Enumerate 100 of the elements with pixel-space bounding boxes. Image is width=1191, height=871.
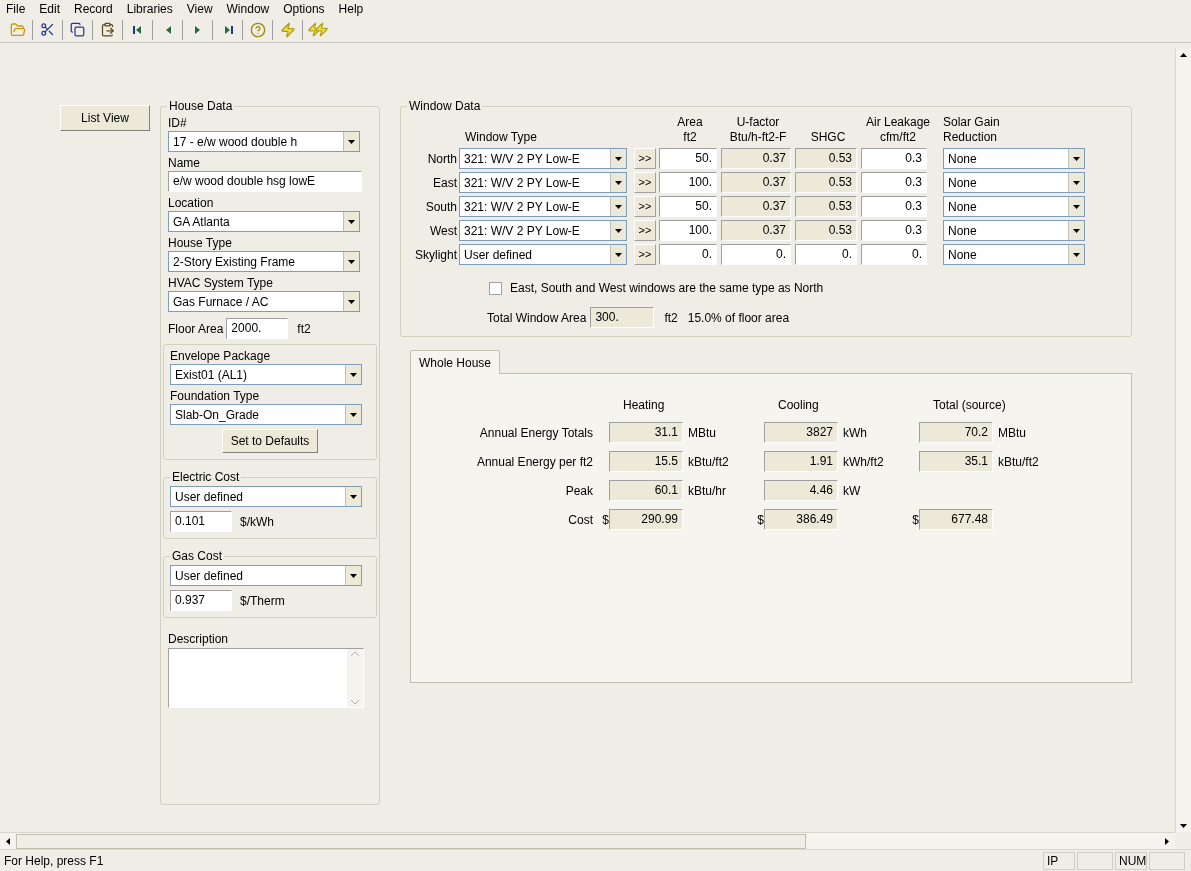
status-panel: NUM	[1115, 851, 1147, 870]
value-field: 386.49	[764, 509, 838, 530]
column-header: SHGC	[810, 130, 846, 145]
checkbox-label: East, South and West windows are the same type as North	[510, 280, 824, 297]
field-label: Name	[168, 155, 201, 171]
group-title: Window Data	[408, 98, 482, 115]
unit-label: ft2	[664, 309, 678, 327]
status-panel	[1149, 851, 1185, 870]
dropdown[interactable]: None	[943, 244, 1085, 265]
column-unit: Btu/h-ft2-F	[729, 130, 787, 145]
menu-item[interactable]: Record	[74, 0, 113, 18]
copy-button[interactable]: >>	[634, 172, 656, 193]
dropdown[interactable]: User defined	[459, 244, 627, 265]
input-field: 0.37	[721, 172, 791, 193]
column-header: Area	[677, 115, 703, 130]
field-label: Total Window Area	[487, 309, 587, 327]
dropdown[interactable]: None	[943, 196, 1085, 217]
dropdown[interactable]: Exist01 (AL1)	[170, 364, 362, 385]
value-field: 70.2	[919, 422, 993, 443]
menu-item[interactable]: Window	[226, 0, 270, 18]
input-field[interactable]: 0.	[659, 244, 717, 265]
copy-button[interactable]: >>	[634, 220, 656, 241]
input-field[interactable]: 0.101	[170, 511, 232, 532]
horizontal-scrollbar[interactable]	[0, 832, 1175, 849]
input-field[interactable]: 50.	[659, 148, 717, 169]
copy-button[interactable]: >>	[634, 244, 656, 265]
copy-button[interactable]: >>	[634, 196, 656, 217]
percent-text: 15.0% of floor area	[687, 309, 790, 327]
caret-icon	[615, 156, 622, 161]
dropdown[interactable]: 321: W/V 2 PY Low-E	[459, 148, 627, 169]
dropdown[interactable]: Slab-On_Grade	[170, 404, 362, 425]
menu-item[interactable]: Libraries	[126, 0, 173, 18]
tab[interactable]: Whole House	[410, 350, 501, 374]
caret-icon	[348, 139, 355, 144]
dropdown[interactable]: User defined	[170, 565, 362, 586]
field-label: House Type	[168, 235, 233, 251]
input-field[interactable]: 0.3	[861, 196, 927, 217]
dropdown[interactable]: User defined	[170, 486, 362, 507]
column-header: U-factor	[736, 115, 780, 130]
menu-item[interactable]: Options	[283, 0, 325, 18]
unit-label: $/kWh	[240, 513, 274, 531]
row-label: Annual Energy Totals	[478, 424, 594, 442]
scroll-thumb[interactable]	[16, 833, 806, 849]
dropdown[interactable]: GA Atlanta	[168, 211, 360, 232]
vertical-scrollbar[interactable]	[1175, 49, 1191, 832]
copy-button[interactable]: >>	[634, 148, 656, 169]
set-to-defaults-button[interactable]: Set to Defaults	[221, 429, 319, 453]
unit-label: kW	[843, 482, 861, 500]
menu-item[interactable]: View	[186, 0, 213, 18]
input-field: 0.53	[795, 172, 857, 193]
checkbox[interactable]	[489, 281, 502, 295]
input-field[interactable]: 0.	[861, 244, 927, 265]
currency-symbol: $	[602, 512, 609, 527]
input-field[interactable]: 0.	[721, 244, 791, 265]
caret-icon	[1073, 180, 1080, 185]
scroll-up-icon[interactable]	[1180, 53, 1187, 57]
input-field: 0.37	[721, 196, 791, 217]
caret-icon	[1073, 156, 1080, 161]
dropdown[interactable]: Gas Furnace / AC	[168, 291, 360, 312]
dropdown[interactable]: 321: W/V 2 PY Low-E	[459, 196, 627, 217]
dropdown[interactable]: 2-Story Existing Frame	[168, 251, 360, 272]
caret-icon	[615, 228, 622, 233]
dropdown[interactable]: 17 - e/w wood double h	[168, 131, 360, 152]
group-title: Gas Cost	[171, 548, 223, 565]
value-field: 15.5	[609, 451, 683, 472]
unit-label: kBtu/ft2	[688, 453, 729, 471]
input-field[interactable]: 0.937	[170, 590, 232, 611]
input-field[interactable]: 2000.	[226, 318, 289, 339]
dropdown[interactable]: None	[943, 148, 1085, 169]
dropdown[interactable]: None	[943, 220, 1085, 241]
input-field[interactable]: 0.3	[861, 148, 927, 169]
dropdown[interactable]: None	[943, 172, 1085, 193]
dropdown[interactable]: 321: W/V 2 PY Low-E	[459, 220, 627, 241]
menu-item[interactable]: Edit	[39, 0, 61, 18]
input-field[interactable]: 50.	[659, 196, 717, 217]
column-header: Cooling	[777, 397, 820, 414]
scroll-down-icon[interactable]	[1180, 824, 1187, 828]
input-field[interactable]: e/w wood double hsg lowE	[168, 171, 362, 192]
unit-label: kWh	[843, 424, 867, 442]
row-label: Peak	[564, 482, 594, 500]
list-view-button[interactable]: List View	[60, 105, 150, 131]
input-field: 0.37	[721, 148, 791, 169]
unit-label: MBtu	[688, 424, 716, 442]
field-label: HVAC System Type	[168, 275, 274, 291]
input-field[interactable]: 100.	[659, 220, 717, 241]
dropdown[interactable]: 321: W/V 2 PY Low-E	[459, 172, 627, 193]
menu-item[interactable]: Help	[338, 0, 364, 18]
scroll-right-icon[interactable]	[1165, 837, 1169, 845]
caret-icon	[348, 299, 355, 304]
input-field[interactable]: 0.3	[861, 172, 927, 193]
caret-icon	[1073, 204, 1080, 209]
input-field: 300.	[590, 307, 655, 328]
scroll-left-icon[interactable]	[6, 837, 10, 845]
value-field: 60.1	[609, 480, 683, 501]
input-field[interactable]: 0.3	[861, 220, 927, 241]
caret-icon	[615, 204, 622, 209]
group-title: Electric Cost	[171, 469, 241, 486]
input-field[interactable]: 100.	[659, 172, 717, 193]
menu-item[interactable]: File	[6, 0, 26, 18]
input-field[interactable]: 0.	[795, 244, 857, 265]
